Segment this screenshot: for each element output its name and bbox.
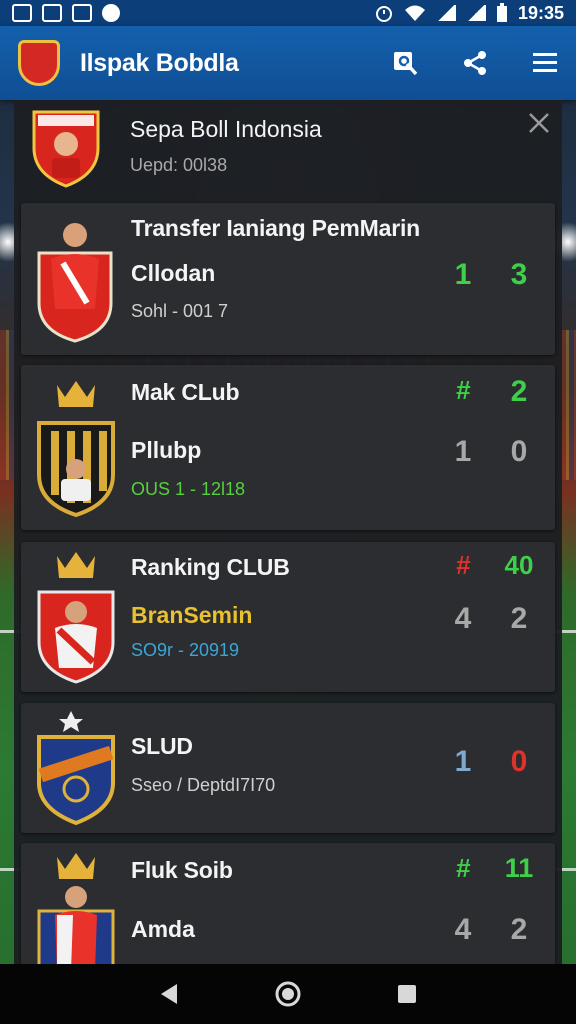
recents-button[interactable] <box>387 974 427 1014</box>
club-crest-icon <box>37 711 115 825</box>
score-away: 3 <box>510 258 528 291</box>
app-bar: Ilspak Bobdla <box>0 26 576 100</box>
card-title: Fluk Soib <box>131 857 233 883</box>
score-home: 4 <box>454 913 472 946</box>
clock: 19:35 <box>517 2 564 23</box>
score-home: 1 <box>454 745 472 778</box>
score-away: 2 <box>510 913 528 946</box>
wifi-icon <box>404 5 425 21</box>
share-icon <box>464 51 486 75</box>
search-button[interactable] <box>392 50 418 76</box>
gallery-icon <box>12 4 32 22</box>
crown-crest-icon <box>37 381 115 518</box>
menu-button[interactable] <box>532 50 558 76</box>
message-icon <box>72 4 92 22</box>
rank-hash: # <box>455 550 471 580</box>
match-meta: SO9r - 20919 <box>131 640 240 660</box>
match-meta: Sohl - 001 7 <box>131 301 229 321</box>
score-away: 0 <box>510 435 528 468</box>
alarm-icon <box>375 6 392 22</box>
search-icon <box>394 52 418 76</box>
list-item[interactable]: Fluk Soib Amda # 11 4 2 <box>21 843 555 964</box>
close-icon <box>529 113 549 133</box>
card-title: Mak CLub <box>131 379 240 405</box>
signal-icon <box>435 5 456 21</box>
rank-value: 40 <box>504 550 534 580</box>
list-item[interactable]: Mak CLub Pllubp OUS 1 - 12l18 # 2 1 0 <box>21 365 555 530</box>
match-meta: OUS 1 - 12l18 <box>131 479 246 499</box>
club-name: BranSemin <box>131 602 253 628</box>
club-name: Amda <box>131 916 195 942</box>
player-crest-icon <box>37 223 113 343</box>
card-title: Transfer Ianiang PemMarin <box>131 215 420 241</box>
score-home: 1 <box>454 258 472 291</box>
list-item[interactable]: Ranking CLUB BranSemin SO9r - 20919 # 40… <box>21 542 555 692</box>
notification-dot-icon <box>102 4 120 22</box>
card-title: SLUD <box>131 733 193 759</box>
rank-hash: # <box>455 375 471 405</box>
signal-icon <box>465 5 486 21</box>
crown-crest-icon <box>37 853 115 964</box>
home-button[interactable] <box>268 974 308 1014</box>
back-icon <box>161 984 178 1004</box>
crown-crest-icon <box>37 552 115 684</box>
battery-icon <box>496 3 507 22</box>
score-home: 4 <box>454 602 472 635</box>
share-button[interactable] <box>462 50 488 76</box>
list-item[interactable]: SLUD Sseo / DeptdI7I70 1 0 <box>21 703 555 833</box>
club-name: Cllodan <box>131 260 216 286</box>
system-nav-bar <box>0 964 576 1024</box>
app-title: Ilspak Bobdla <box>80 48 239 77</box>
header-title: Sepa Boll Indonsia <box>130 116 322 142</box>
back-button[interactable] <box>149 974 189 1014</box>
header-subtitle: Uepd: 00l38 <box>130 155 228 175</box>
match-panel: Sepa Boll Indonsia Uepd: 00l38 Transfer … <box>14 100 562 964</box>
score-away: 2 <box>510 602 528 635</box>
rank-value: 2 <box>510 375 528 408</box>
image-icon <box>42 4 62 22</box>
home-icon <box>275 981 301 1007</box>
rank-value: 11 <box>504 853 534 883</box>
score-home: 1 <box>454 435 472 468</box>
list-item[interactable]: Transfer Ianiang PemMarin Cllodan Sohl -… <box>21 203 555 355</box>
close-button[interactable] <box>528 112 550 134</box>
score-away: 0 <box>510 745 528 778</box>
club-crest-icon <box>32 110 100 188</box>
card-title: Ranking CLUB <box>131 554 290 580</box>
rank-hash: # <box>455 853 471 883</box>
app-logo <box>18 40 60 86</box>
status-bar: 19:35 <box>0 0 576 26</box>
panel-header: Sepa Boll Indonsia Uepd: 00l38 <box>14 100 562 198</box>
match-meta: Sseo / DeptdI7I70 <box>131 775 276 795</box>
menu-icon <box>533 53 557 72</box>
club-name: Pllubp <box>131 437 202 463</box>
recents-icon <box>397 985 416 1003</box>
